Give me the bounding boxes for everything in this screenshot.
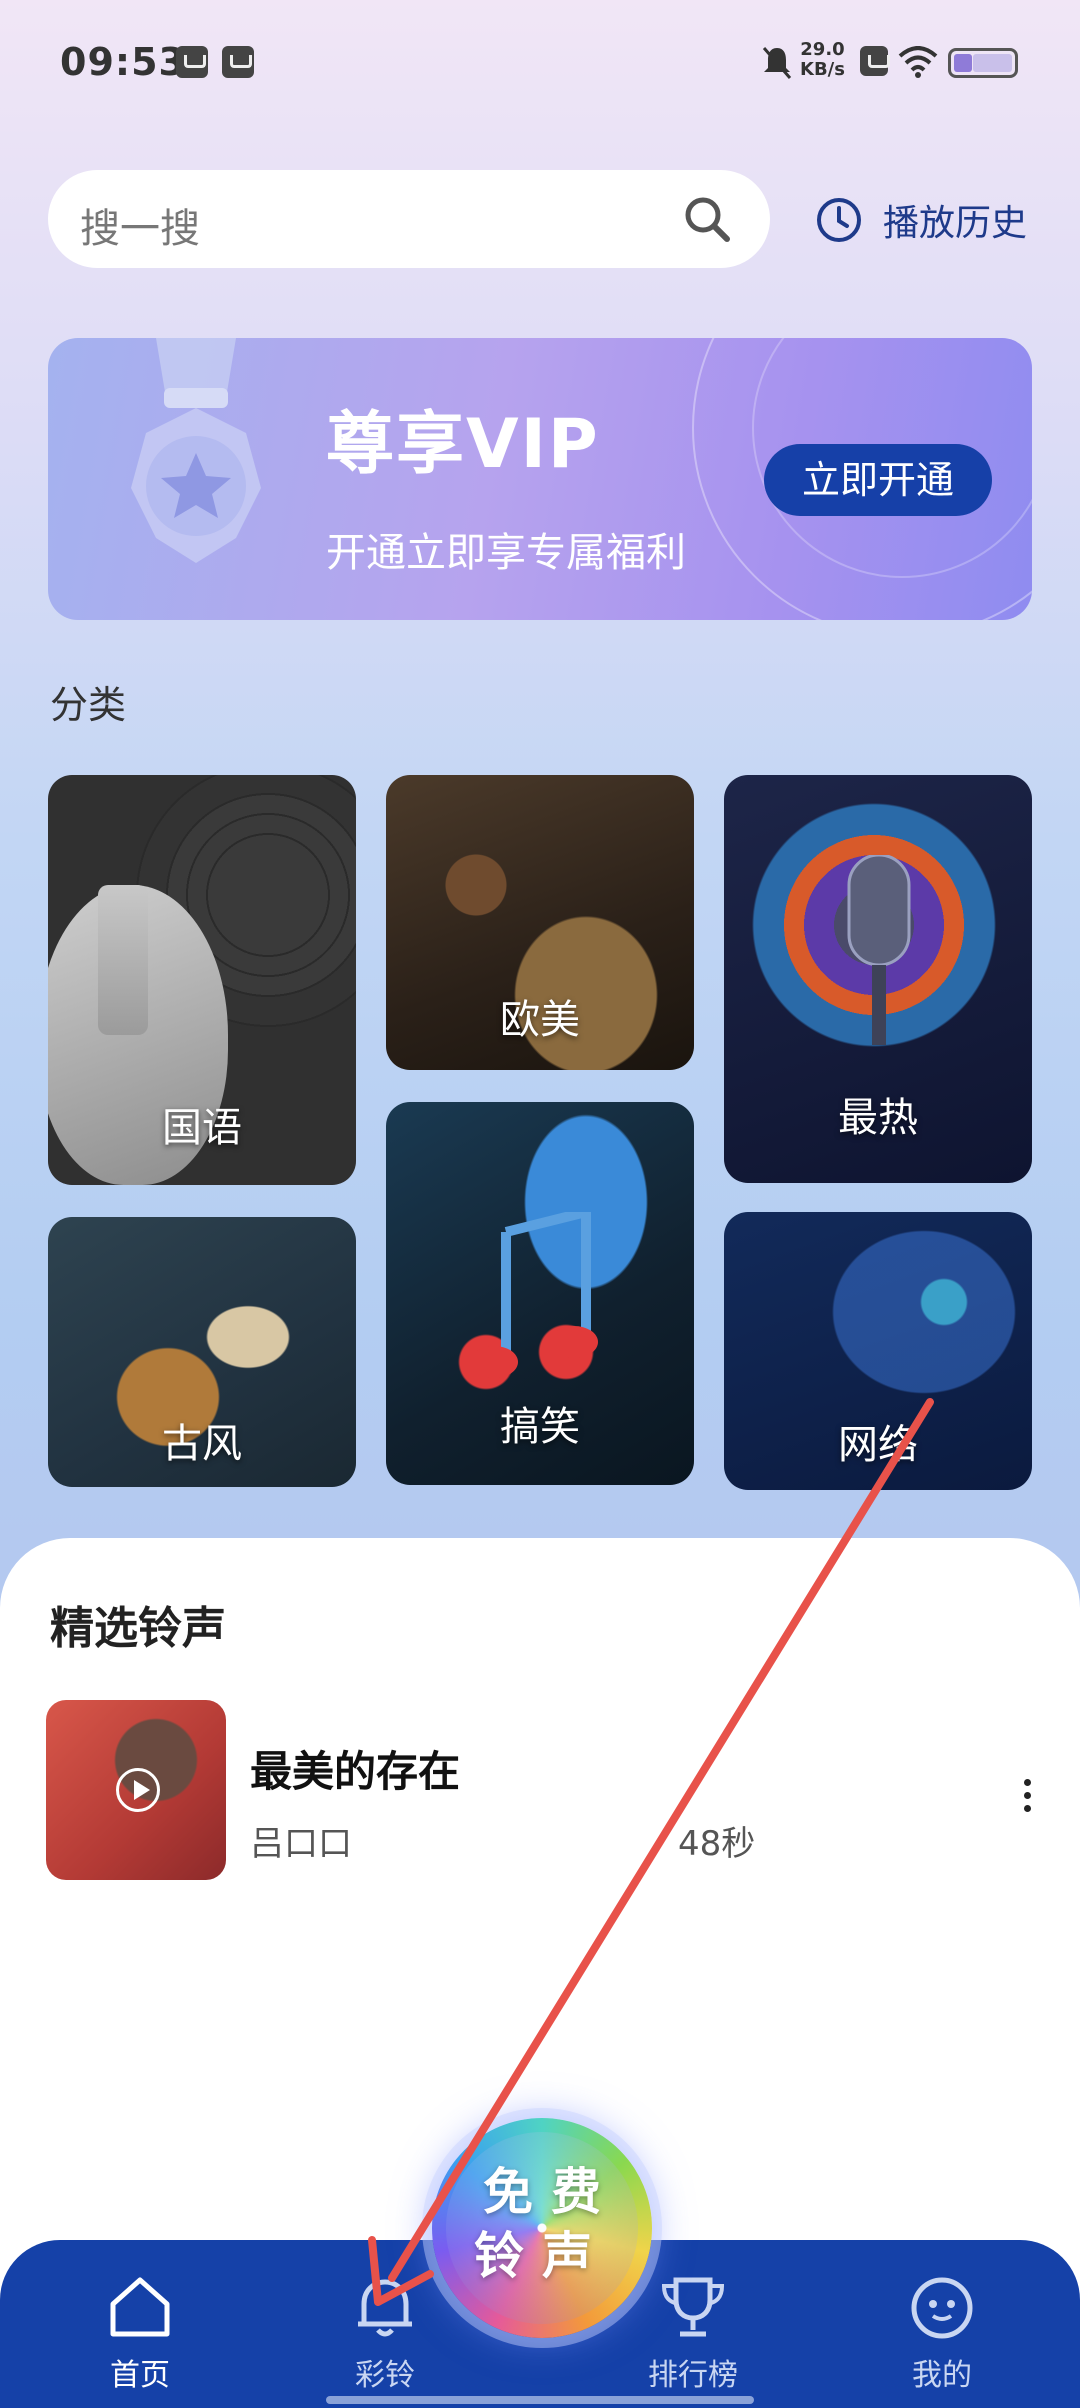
song-title[interactable]: 最美的存在 [250,1738,460,1799]
category-tile-gufeng[interactable]: 古风 [48,1217,356,1487]
play-history-label: 播放历史 [883,203,1028,244]
mute-icon [762,47,792,79]
net-speed-unit: KB/s [800,59,845,80]
play-history-button[interactable]: 播放历史 [815,190,1027,250]
category-label: 欧美 [500,997,580,1043]
notification-icon [176,46,208,78]
music-note-image [476,1212,598,1378]
vip-subtitle: 开通立即享专属福利 [326,530,686,576]
profile-icon [911,2277,973,2339]
category-label: 最热 [838,1095,918,1141]
microphone-image [847,855,911,1045]
net-speed-value: 29.0 [800,39,845,60]
vip-title: 尊享VIP [326,405,600,484]
vip-banner[interactable]: 尊享VIP 开通立即享专属福利 立即开通 [48,338,1032,620]
category-label: 搞笑 [500,1404,580,1450]
sim-icon [860,46,890,76]
bell-icon [358,2279,412,2337]
status-bar: 09:53 29.0 KB/s [0,0,1080,130]
free-ringtone-button[interactable]: 免费铃声 [432,2118,652,2338]
more-options-icon[interactable] [1015,1773,1039,1833]
category-label: 国语 [162,1105,242,1151]
home-icon [110,2277,170,2337]
nav-label: 首页 [110,2358,170,2393]
category-label: 古风 [162,1421,242,1467]
free-ringtone-label: 免费铃声 [474,2163,619,2285]
song-duration: 48秒 [678,1824,756,1864]
search-icon[interactable] [682,194,732,244]
nav-item-home[interactable]: 首页 [60,2240,220,2408]
battery-icon [948,48,1018,78]
song-cover[interactable] [46,1700,226,1880]
wifi-icon [898,46,938,78]
category-tile-wangluo[interactable]: 网络 [724,1212,1032,1490]
categories-heading: 分类 [50,683,127,727]
nav-label: 彩铃 [355,2358,415,2393]
notification-icon [222,46,254,78]
nav-label: 排行榜 [648,2358,738,2393]
category-tile-gaoxiao[interactable]: 搞笑 [386,1102,694,1485]
medal-icon [131,338,261,563]
home-indicator [326,2396,754,2404]
search-bar[interactable]: 搜一搜 [48,170,770,268]
status-time: 09:53 [60,40,186,84]
nav-label: 我的 [912,2358,972,2393]
play-icon[interactable] [116,1768,160,1812]
activate-vip-button[interactable]: 立即开通 [764,444,992,516]
clock-icon [817,198,861,242]
category-tile-guoyu[interactable]: 国语 [48,775,356,1185]
category-tile-zuire[interactable]: 最热 [724,775,1032,1183]
network-speed: 29.0 KB/s [800,40,845,80]
category-label: 网络 [838,1422,918,1468]
trophy-icon [661,2277,725,2337]
featured-heading: 精选铃声 [50,1603,226,1654]
search-placeholder: 搜一搜 [80,206,200,252]
category-tile-oumei[interactable]: 欧美 [386,775,694,1070]
song-artist: 吕口口 [250,1824,352,1864]
nav-item-profile[interactable]: 我的 [862,2240,1022,2408]
